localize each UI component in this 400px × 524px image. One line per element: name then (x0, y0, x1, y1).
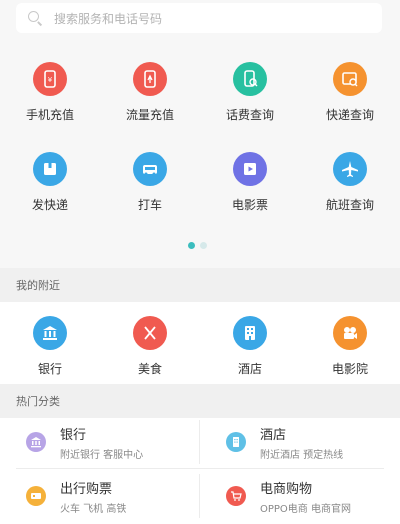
page-dot-active[interactable] (188, 242, 195, 249)
nearby-header: 我的附近 (0, 268, 400, 302)
search-icon (28, 11, 43, 26)
nearby-row: 银行 美食 酒店 电影院 (0, 316, 400, 377)
service-bill-query[interactable]: 话费查询 (200, 62, 300, 123)
hot-item-title: 酒店 (260, 427, 287, 443)
service-label: 话费查询 (225, 108, 274, 122)
service-label: 航班查询 (325, 198, 374, 212)
service-phone-recharge[interactable]: ¥ 手机充值 (0, 62, 100, 123)
ticket-icon (26, 486, 46, 506)
hot-hotel[interactable]: 酒店 附近酒店 预定热线 (200, 414, 400, 470)
hot-title: 热门分类 (16, 395, 60, 408)
divider (199, 474, 200, 518)
service-label: 快递查询 (325, 108, 374, 122)
hot-travel-tickets[interactable]: 出行购票 火车 飞机 高铁 (0, 468, 200, 524)
service-label: 手机充值 (25, 108, 74, 122)
services-row-2: 发快递 打车 电影票 航班查询 (0, 152, 400, 213)
phone-recharge-icon: ¥ (33, 62, 67, 96)
services-panel: 搜索服务和电话号码 ¥ 手机充值 流量充值 话费查询 快递查询 发快递 打车 电… (0, 0, 400, 268)
hot-item-subtitle: OPPO电商 电商官网 (260, 503, 351, 515)
hotel-icon (226, 432, 246, 452)
service-send-package[interactable]: 发快递 (0, 152, 100, 213)
movie-ticket-icon (233, 152, 267, 186)
nearby-bank[interactable]: 银行 (0, 316, 100, 377)
service-label: 流量充值 (125, 108, 174, 122)
hotel-icon (233, 316, 267, 350)
service-express-query[interactable]: 快递查询 (300, 62, 400, 123)
search-bar[interactable]: 搜索服务和电话号码 (16, 3, 382, 33)
food-icon (133, 316, 167, 350)
divider (199, 420, 200, 464)
data-recharge-icon (133, 62, 167, 96)
nearby-label: 电影院 (331, 362, 368, 376)
hot-bank[interactable]: 银行 附近银行 客服中心 (0, 414, 200, 470)
taxi-icon (133, 152, 167, 186)
service-label: 发快递 (31, 198, 68, 212)
shopping-cart-icon (226, 486, 246, 506)
hot-item-subtitle: 火车 飞机 高铁 (60, 503, 127, 515)
divider (16, 468, 384, 469)
service-movie-ticket[interactable]: 电影票 (200, 152, 300, 213)
service-label: 打车 (137, 198, 162, 212)
service-data-recharge[interactable]: 流量充值 (100, 62, 200, 123)
svg-text:¥: ¥ (48, 76, 53, 84)
hot-header: 热门分类 (0, 384, 400, 418)
service-taxi[interactable]: 打车 (100, 152, 200, 213)
bank-icon (26, 432, 46, 452)
nearby-hotel[interactable]: 酒店 (200, 316, 300, 377)
services-row-1: ¥ 手机充值 流量充值 话费查询 快递查询 (0, 62, 400, 123)
nearby-food[interactable]: 美食 (100, 316, 200, 377)
express-query-icon (333, 62, 367, 96)
page-dot[interactable] (200, 242, 207, 249)
nearby-label: 酒店 (237, 362, 262, 376)
bank-icon (33, 316, 67, 350)
nearby-title: 我的附近 (16, 279, 60, 292)
search-placeholder: 搜索服务和电话号码 (54, 11, 163, 26)
nearby-cinema[interactable]: 电影院 (300, 316, 400, 377)
bill-query-icon (233, 62, 267, 96)
hot-item-title: 银行 (60, 427, 87, 443)
send-package-icon (33, 152, 67, 186)
hot-item-title: 电商购物 (260, 481, 313, 497)
hot-item-title: 出行购票 (60, 481, 113, 497)
nearby-label: 银行 (37, 362, 62, 376)
service-label: 电影票 (231, 198, 268, 212)
nearby-label: 美食 (137, 362, 162, 376)
nearby-section: 银行 美食 酒店 电影院 (0, 302, 400, 384)
page-indicator (188, 242, 207, 249)
hot-item-subtitle: 附近银行 客服中心 (60, 449, 144, 461)
hot-item-subtitle: 附近酒店 预定热线 (260, 449, 344, 461)
service-flight[interactable]: 航班查询 (300, 152, 400, 213)
cinema-icon (333, 316, 367, 350)
hot-shopping[interactable]: 电商购物 OPPO电商 电商官网 (200, 468, 400, 524)
flight-icon (333, 152, 367, 186)
